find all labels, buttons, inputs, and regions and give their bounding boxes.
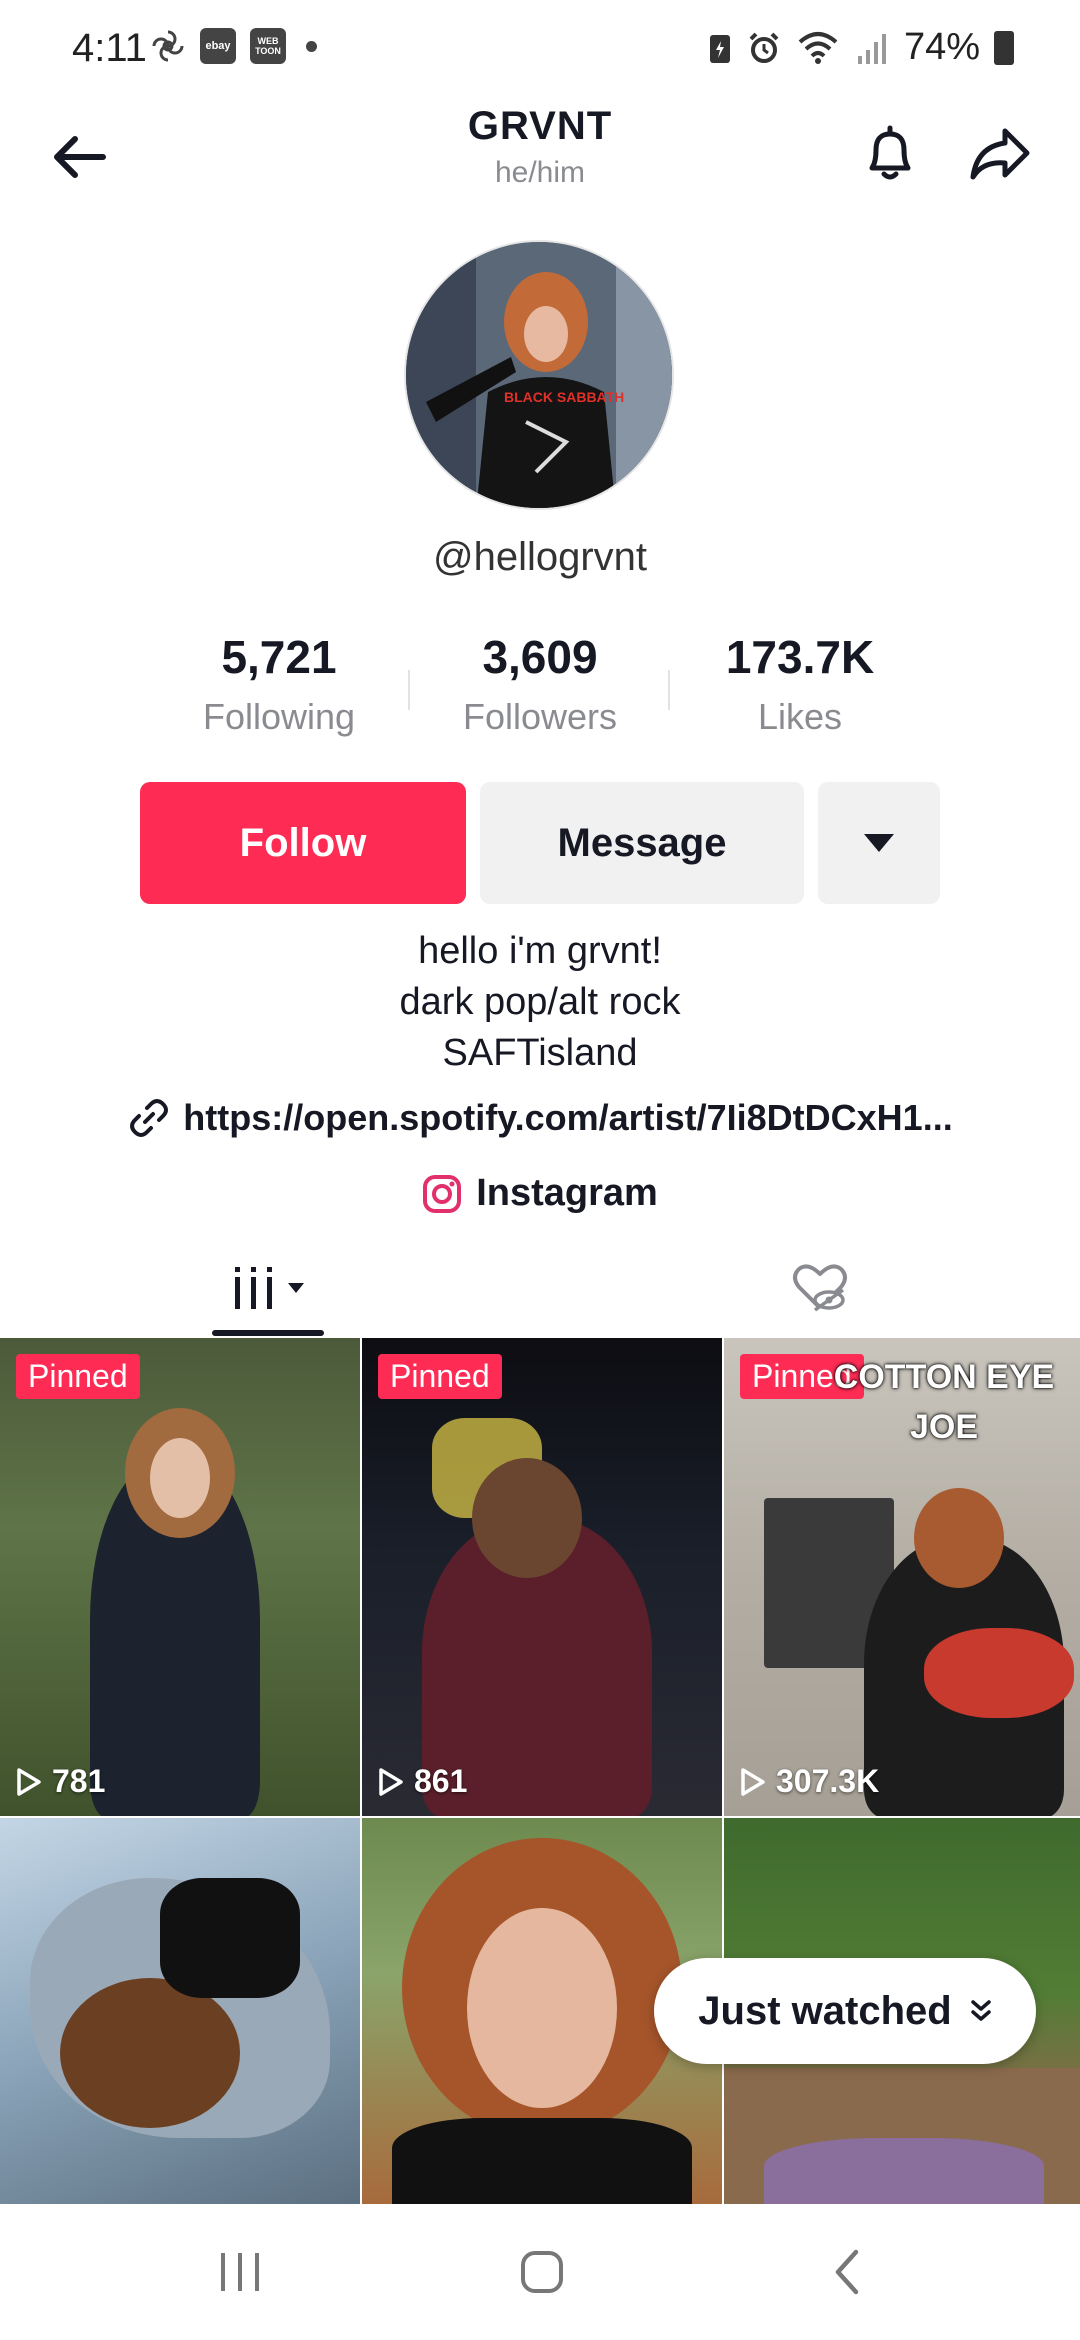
profile-stats: 5,721 Following 3,609 Followers 173.7K L…	[0, 630, 1080, 750]
notification-icons: ebay WEB TOON	[150, 28, 317, 64]
play-icon	[741, 1767, 765, 1796]
home-button[interactable]	[492, 2232, 592, 2312]
link-text: https://open.spotify.com/artist/7Ii8DtDC…	[183, 1097, 953, 1138]
stat-label: Following	[202, 696, 356, 737]
alarm-icon	[749, 32, 779, 63]
caret-down-icon	[864, 834, 894, 852]
home-icon	[521, 2251, 563, 2293]
instagram-link[interactable]: Instagram	[0, 1172, 1080, 1215]
system-icons: 74%	[708, 26, 1014, 69]
double-chevron-down-icon	[970, 2000, 991, 2021]
bio-line: hello i'm grvnt!	[418, 930, 662, 972]
profile-tabs	[0, 1238, 1080, 1338]
profile-header: GRVNT he/him	[0, 96, 1080, 246]
stat-value: 173.7K	[725, 631, 875, 683]
battery-percent: 74%	[903, 26, 980, 68]
svg-text:BLACK SABBATH: BLACK SABBATH	[504, 389, 624, 405]
view-count: 307.3K	[740, 1763, 879, 1800]
recent-apps-icon	[221, 2253, 259, 2291]
view-count-value: 861	[414, 1763, 468, 1799]
share-button[interactable]	[958, 112, 1042, 196]
bell-icon	[869, 125, 911, 180]
stat-value: 3,609	[482, 631, 598, 683]
video-tile[interactable]: Pinned COTTON EYE JOE 307.3K	[724, 1338, 1080, 1816]
bio-link[interactable]: https://open.spotify.com/artist/7Ii8DtDC…	[0, 1096, 1080, 1140]
play-icon	[17, 1767, 41, 1796]
just-watched-label: Just watched	[698, 1988, 952, 2033]
just-watched-button[interactable]: Just watched	[654, 1958, 1036, 2064]
instagram-label: Instagram	[476, 1172, 658, 1214]
play-icon	[379, 1767, 403, 1796]
profile-avatar[interactable]: BLACK SABBATH	[404, 240, 674, 510]
stat-value: 5,721	[221, 631, 337, 683]
webtoon-icon: WEB TOON	[250, 28, 286, 64]
system-navigation-bar	[0, 2204, 1080, 2340]
bio-line: SAFTisland	[442, 1032, 638, 1074]
avatar-image: BLACK SABBATH	[406, 242, 672, 508]
video-grid-icon	[235, 1267, 272, 1309]
instagram-icon	[423, 1174, 462, 1213]
pinned-badge: Pinned	[378, 1354, 502, 1399]
video-tile[interactable]: Pinned 781	[0, 1338, 360, 1816]
tab-videos[interactable]	[212, 1238, 324, 1338]
active-tab-indicator	[212, 1330, 324, 1336]
pinned-badge: Pinned	[16, 1354, 140, 1399]
battery-icon	[994, 30, 1014, 65]
recent-apps-button[interactable]	[190, 2232, 290, 2312]
view-count: 861	[378, 1763, 467, 1800]
battery-saver-icon	[709, 34, 730, 63]
stat-label: Followers	[462, 696, 618, 737]
share-arrow-icon	[970, 128, 1030, 180]
pinwheel-icon	[152, 30, 184, 62]
more-notifications-dot	[306, 40, 317, 52]
stat-likes[interactable]: 173.7K Likes	[670, 630, 930, 738]
caret-down-icon	[288, 1283, 304, 1293]
back-nav-button[interactable]	[796, 2232, 896, 2312]
hidden-heart-icon	[793, 1264, 847, 1312]
suggested-accounts-button[interactable]	[818, 782, 940, 904]
message-button[interactable]: Message	[480, 782, 804, 904]
link-icon	[130, 1099, 169, 1137]
view-count-value: 781	[52, 1763, 106, 1799]
video-tile[interactable]	[0, 1818, 360, 2204]
follow-button[interactable]: Follow	[140, 782, 466, 904]
stat-following[interactable]: 5,721 Following	[149, 630, 409, 738]
profile-username: @hellogrvnt	[432, 535, 648, 579]
bio-line: dark pop/alt rock	[399, 981, 681, 1023]
tab-liked-videos[interactable]	[770, 1238, 870, 1338]
video-grid: Pinned 781 Pinned 861 Pinned COTTON EYE …	[0, 1338, 1080, 2204]
status-bar: 4:11 ebay WEB TOON 74%	[0, 0, 1080, 96]
stat-label: Likes	[757, 696, 843, 737]
status-time: 4:11	[72, 26, 147, 70]
profile-bio: hello i'm grvnt! dark pop/alt rock SAFTi…	[0, 926, 1080, 1079]
video-tile[interactable]: Pinned 861	[362, 1338, 722, 1816]
view-count-value: 307.3K	[776, 1763, 880, 1799]
ebay-icon: ebay	[200, 28, 236, 64]
stat-followers[interactable]: 3,609 Followers	[410, 630, 670, 738]
chevron-left-icon	[835, 2249, 859, 2295]
view-count: 781	[16, 1763, 105, 1800]
wifi-icon	[798, 31, 838, 64]
notifications-button[interactable]	[848, 112, 932, 196]
video-overlay-text: COTTON EYE JOE	[833, 1358, 1055, 1446]
signal-icon	[857, 33, 886, 64]
